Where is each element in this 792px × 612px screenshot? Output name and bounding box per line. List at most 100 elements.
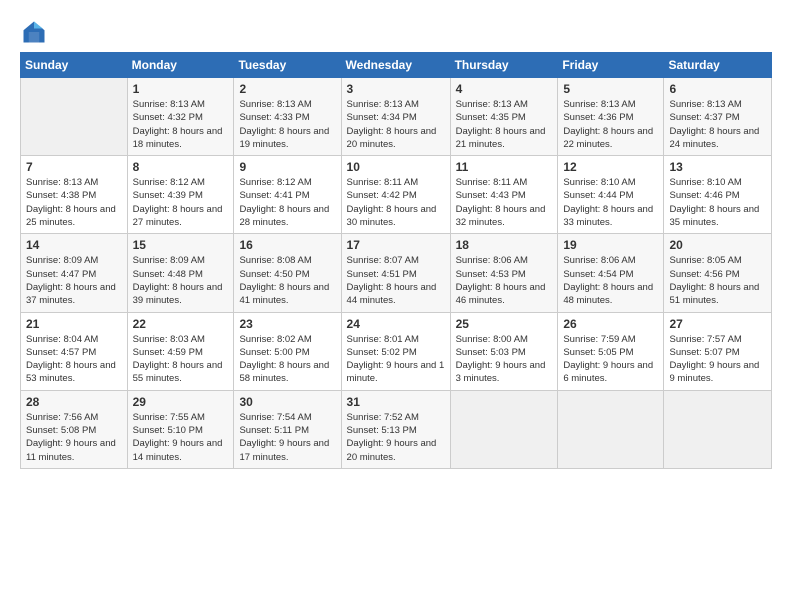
day-number: 6: [669, 82, 766, 96]
day-detail: Sunrise: 8:03 AMSunset: 4:59 PMDaylight:…: [133, 333, 229, 386]
day-number: 15: [133, 238, 229, 252]
day-detail: Sunrise: 8:09 AMSunset: 4:47 PMDaylight:…: [26, 254, 122, 307]
calendar-cell: 22 Sunrise: 8:03 AMSunset: 4:59 PMDayligh…: [127, 312, 234, 390]
day-detail: Sunrise: 8:13 AMSunset: 4:35 PMDaylight:…: [456, 98, 553, 151]
day-detail: Sunrise: 8:06 AMSunset: 4:53 PMDaylight:…: [456, 254, 553, 307]
day-detail: Sunrise: 7:56 AMSunset: 5:08 PMDaylight:…: [26, 411, 122, 464]
logo-icon: [20, 18, 48, 46]
day-detail: Sunrise: 8:09 AMSunset: 4:48 PMDaylight:…: [133, 254, 229, 307]
day-number: 27: [669, 317, 766, 331]
calendar-cell: 9 Sunrise: 8:12 AMSunset: 4:41 PMDaylight…: [234, 156, 341, 234]
calendar-cell: 11 Sunrise: 8:11 AMSunset: 4:43 PMDayligh…: [450, 156, 558, 234]
week-row-3: 21Sunrise: 8:04 AMSunset: 4:57 PMDayligh…: [21, 312, 772, 390]
weekday-header-row: SundayMondayTuesdayWednesdayThursdayFrid…: [21, 53, 772, 78]
day-detail: Sunrise: 8:02 AMSunset: 5:00 PMDaylight:…: [239, 333, 335, 386]
week-row-1: 7 Sunrise: 8:13 AMSunset: 4:38 PMDaylight…: [21, 156, 772, 234]
weekday-header-friday: Friday: [558, 53, 664, 78]
page: SundayMondayTuesdayWednesdayThursdayFrid…: [0, 0, 792, 612]
week-row-0: 1 Sunrise: 8:13 AMSunset: 4:32 PMDaylight…: [21, 78, 772, 156]
day-detail: Sunrise: 8:10 AMSunset: 4:46 PMDaylight:…: [669, 176, 766, 229]
day-number: 31: [347, 395, 445, 409]
calendar-cell: 8 Sunrise: 8:12 AMSunset: 4:39 PMDaylight…: [127, 156, 234, 234]
header: [20, 18, 772, 46]
calendar-cell: 10 Sunrise: 8:11 AMSunset: 4:42 PMDayligh…: [341, 156, 450, 234]
day-detail: Sunrise: 8:07 AMSunset: 4:51 PMDaylight:…: [347, 254, 445, 307]
calendar-cell: 23 Sunrise: 8:02 AMSunset: 5:00 PMDayligh…: [234, 312, 341, 390]
day-number: 29: [133, 395, 229, 409]
calendar-cell: 30Sunrise: 7:54 AMSunset: 5:11 PMDayligh…: [234, 390, 341, 468]
day-number: 16: [239, 238, 335, 252]
day-detail: Sunrise: 7:57 AMSunset: 5:07 PMDaylight:…: [669, 333, 766, 386]
day-number: 10: [347, 160, 445, 174]
day-detail: Sunrise: 8:12 AMSunset: 4:39 PMDaylight:…: [133, 176, 229, 229]
day-detail: Sunrise: 8:10 AMSunset: 4:44 PMDaylight:…: [563, 176, 658, 229]
day-number: 22: [133, 317, 229, 331]
day-number: 21: [26, 317, 122, 331]
calendar-cell: 4 Sunrise: 8:13 AMSunset: 4:35 PMDaylight…: [450, 78, 558, 156]
calendar-cell: 24Sunrise: 8:01 AMSunset: 5:02 PMDayligh…: [341, 312, 450, 390]
logo: [20, 18, 54, 46]
day-detail: Sunrise: 8:05 AMSunset: 4:56 PMDaylight:…: [669, 254, 766, 307]
day-number: 11: [456, 160, 553, 174]
week-row-4: 28 Sunrise: 7:56 AMSunset: 5:08 PMDayligh…: [21, 390, 772, 468]
day-number: 25: [456, 317, 553, 331]
calendar-cell: 6 Sunrise: 8:13 AMSunset: 4:37 PMDaylight…: [664, 78, 772, 156]
day-detail: Sunrise: 8:11 AMSunset: 4:43 PMDaylight:…: [456, 176, 553, 229]
weekday-header-wednesday: Wednesday: [341, 53, 450, 78]
day-detail: Sunrise: 8:00 AMSunset: 5:03 PMDaylight:…: [456, 333, 553, 386]
week-row-2: 14 Sunrise: 8:09 AMSunset: 4:47 PMDayligh…: [21, 234, 772, 312]
day-detail: Sunrise: 8:13 AMSunset: 4:38 PMDaylight:…: [26, 176, 122, 229]
calendar-cell: 27 Sunrise: 7:57 AMSunset: 5:07 PMDayligh…: [664, 312, 772, 390]
day-number: 26: [563, 317, 658, 331]
weekday-header-sunday: Sunday: [21, 53, 128, 78]
day-number: 8: [133, 160, 229, 174]
day-number: 7: [26, 160, 122, 174]
calendar-cell: 16 Sunrise: 8:08 AMSunset: 4:50 PMDayligh…: [234, 234, 341, 312]
calendar-cell: 13Sunrise: 8:10 AMSunset: 4:46 PMDayligh…: [664, 156, 772, 234]
day-number: 17: [347, 238, 445, 252]
day-detail: Sunrise: 7:55 AMSunset: 5:10 PMDaylight:…: [133, 411, 229, 464]
day-detail: Sunrise: 7:52 AMSunset: 5:13 PMDaylight:…: [347, 411, 445, 464]
calendar-cell: 7 Sunrise: 8:13 AMSunset: 4:38 PMDaylight…: [21, 156, 128, 234]
day-detail: Sunrise: 7:59 AMSunset: 5:05 PMDaylight:…: [563, 333, 658, 386]
day-number: 4: [456, 82, 553, 96]
day-number: 1: [133, 82, 229, 96]
calendar-cell: 3Sunrise: 8:13 AMSunset: 4:34 PMDaylight…: [341, 78, 450, 156]
day-detail: Sunrise: 8:13 AMSunset: 4:37 PMDaylight:…: [669, 98, 766, 151]
calendar-cell: 19 Sunrise: 8:06 AMSunset: 4:54 PMDayligh…: [558, 234, 664, 312]
day-detail: Sunrise: 8:06 AMSunset: 4:54 PMDaylight:…: [563, 254, 658, 307]
calendar-cell: [664, 390, 772, 468]
day-number: 5: [563, 82, 658, 96]
day-number: 9: [239, 160, 335, 174]
calendar-cell: 14 Sunrise: 8:09 AMSunset: 4:47 PMDayligh…: [21, 234, 128, 312]
day-detail: Sunrise: 8:11 AMSunset: 4:42 PMDaylight:…: [347, 176, 445, 229]
day-number: 2: [239, 82, 335, 96]
day-number: 23: [239, 317, 335, 331]
weekday-header-tuesday: Tuesday: [234, 53, 341, 78]
day-detail: Sunrise: 8:01 AMSunset: 5:02 PMDaylight:…: [347, 333, 445, 386]
calendar-cell: 17 Sunrise: 8:07 AMSunset: 4:51 PMDayligh…: [341, 234, 450, 312]
calendar-cell: [450, 390, 558, 468]
day-detail: Sunrise: 7:54 AMSunset: 5:11 PMDaylight:…: [239, 411, 335, 464]
calendar-cell: 20 Sunrise: 8:05 AMSunset: 4:56 PMDayligh…: [664, 234, 772, 312]
day-detail: Sunrise: 8:13 AMSunset: 4:34 PMDaylight:…: [347, 98, 445, 151]
day-detail: Sunrise: 8:08 AMSunset: 4:50 PMDaylight:…: [239, 254, 335, 307]
calendar-cell: 2 Sunrise: 8:13 AMSunset: 4:33 PMDaylight…: [234, 78, 341, 156]
day-detail: Sunrise: 8:12 AMSunset: 4:41 PMDaylight:…: [239, 176, 335, 229]
day-number: 20: [669, 238, 766, 252]
day-number: 28: [26, 395, 122, 409]
day-detail: Sunrise: 8:13 AMSunset: 4:33 PMDaylight:…: [239, 98, 335, 151]
calendar-cell: 28 Sunrise: 7:56 AMSunset: 5:08 PMDayligh…: [21, 390, 128, 468]
calendar-cell: 15 Sunrise: 8:09 AMSunset: 4:48 PMDayligh…: [127, 234, 234, 312]
calendar-cell: 29 Sunrise: 7:55 AMSunset: 5:10 PMDayligh…: [127, 390, 234, 468]
day-detail: Sunrise: 8:13 AMSunset: 4:36 PMDaylight:…: [563, 98, 658, 151]
calendar-cell: 5 Sunrise: 8:13 AMSunset: 4:36 PMDaylight…: [558, 78, 664, 156]
day-number: 18: [456, 238, 553, 252]
day-number: 14: [26, 238, 122, 252]
calendar-cell: [558, 390, 664, 468]
calendar-cell: 12Sunrise: 8:10 AMSunset: 4:44 PMDayligh…: [558, 156, 664, 234]
day-detail: Sunrise: 8:13 AMSunset: 4:32 PMDaylight:…: [133, 98, 229, 151]
day-number: 19: [563, 238, 658, 252]
calendar-cell: [21, 78, 128, 156]
weekday-header-saturday: Saturday: [664, 53, 772, 78]
